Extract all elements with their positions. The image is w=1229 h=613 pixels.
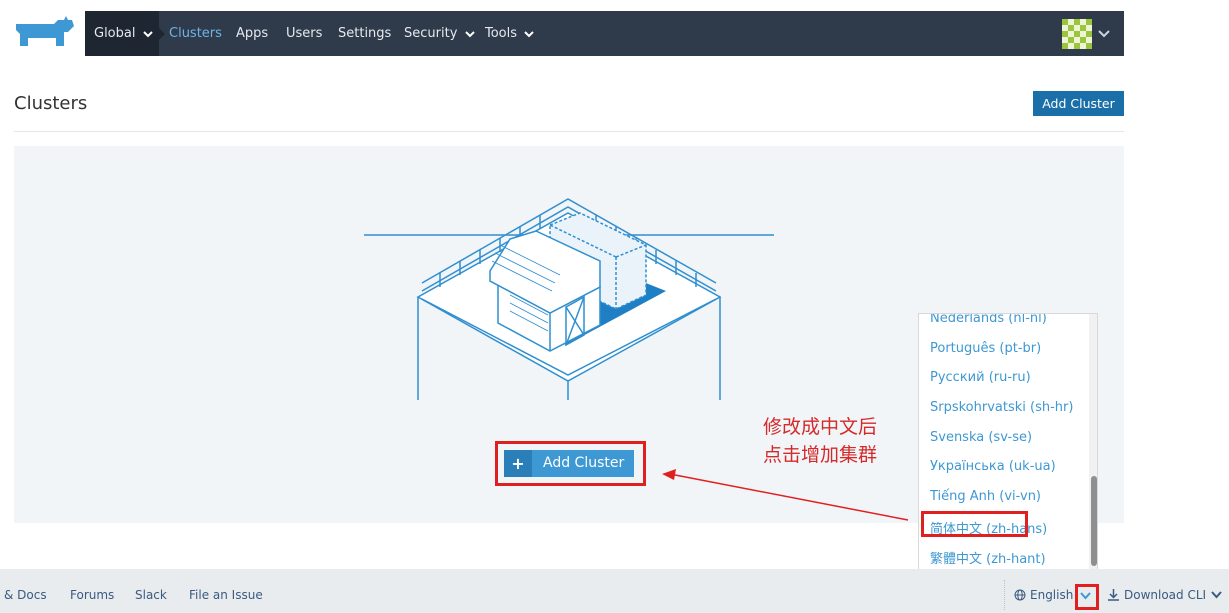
chevron-down-icon (464, 30, 475, 37)
nav-tools-dropdown[interactable]: Tools (485, 11, 535, 56)
nav-apps[interactable]: Apps (236, 11, 268, 56)
language-dropdown-menu: Nederlands (nl-nl) Português (pt-br) Рус… (918, 313, 1098, 581)
rancher-logo[interactable] (14, 16, 76, 50)
footer-slack-link[interactable]: Slack (135, 588, 167, 602)
language-option[interactable]: Nederlands (nl-nl) (930, 314, 1047, 326)
nav-settings[interactable]: Settings (338, 11, 391, 56)
scrollbar-thumb[interactable] (1091, 476, 1097, 566)
annotation-text: 修改成中文后 点击增加集群 (763, 413, 877, 469)
globe-icon (1014, 589, 1026, 601)
add-cluster-label: Add Cluster (543, 455, 625, 471)
language-option[interactable]: 繁體中文 (zh-hant) (930, 548, 1046, 567)
annotation-line-2: 点击增加集群 (763, 444, 878, 466)
farm-illustration (364, 198, 774, 400)
annotation-highlight-box (1075, 584, 1099, 610)
footer-forums-link[interactable]: Forums (70, 588, 114, 602)
scrollbar-track[interactable] (1089, 314, 1097, 569)
chevron-down-icon[interactable] (1210, 588, 1223, 601)
download-icon (1108, 589, 1119, 601)
nav-global-label: Global (94, 26, 136, 41)
language-option[interactable]: Русский (ru-ru) (930, 370, 1031, 385)
language-option[interactable]: Svenska (sv-se) (930, 430, 1032, 445)
user-avatar[interactable] (1062, 19, 1092, 49)
top-navbar: Global Clusters Apps Users Settings Secu… (85, 11, 1124, 56)
add-cluster-button[interactable]: Add Cluster (1033, 91, 1124, 116)
language-option[interactable]: Srpskohrvatski (sh-hr) (930, 400, 1073, 415)
nav-clusters[interactable]: Clusters (169, 11, 222, 56)
chevron-down-icon (142, 30, 153, 37)
chevron-down-icon (524, 30, 534, 37)
divider (14, 131, 1124, 132)
chevron-down-icon[interactable] (1097, 27, 1111, 41)
footer: & Docs Forums Slack File an Issue Englis… (0, 569, 1229, 613)
footer-file-issue-link[interactable]: File an Issue (189, 588, 263, 602)
language-option[interactable]: Tiếng Anh (vi-vn) (930, 489, 1041, 504)
nav-security-dropdown[interactable]: Security (404, 11, 476, 56)
language-option[interactable]: Português (pt-br) (930, 341, 1041, 356)
add-cluster-empty-button[interactable]: + Add Cluster (504, 450, 634, 477)
nav-security-label: Security (404, 26, 458, 41)
annotation-highlight-box (921, 511, 1028, 537)
nav-global-dropdown[interactable]: Global (85, 11, 159, 56)
language-selector-label: English (1030, 588, 1074, 602)
language-option[interactable]: Українська (uk-ua) (930, 459, 1056, 474)
footer-docs-link[interactable]: & Docs (4, 588, 47, 602)
plus-icon: + (504, 450, 532, 477)
nav-tools-label: Tools (485, 26, 518, 41)
download-cli-link[interactable]: Download CLI (1124, 588, 1206, 602)
page-title: Clusters (14, 93, 88, 114)
nav-pointer (159, 28, 165, 40)
annotation-line-1: 修改成中文后 (763, 416, 878, 438)
nav-users[interactable]: Users (286, 11, 322, 56)
